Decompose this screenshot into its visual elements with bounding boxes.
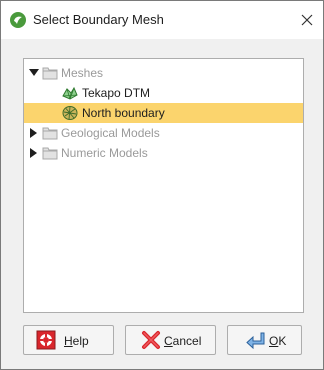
collapsed-arrow-icon[interactable] — [29, 148, 39, 158]
expanded-arrow-icon[interactable] — [29, 68, 39, 78]
help-mnemonic: H — [64, 334, 73, 348]
tree-item-label: Meshes — [61, 66, 104, 80]
dtm-mesh-icon — [62, 86, 78, 100]
tree-item-label: Geological Models — [61, 126, 160, 140]
cancel-button[interactable]: Cancel — [125, 325, 216, 355]
ok-enter-arrow-icon — [246, 332, 265, 350]
tree-item-meshes[interactable]: Meshes — [24, 63, 303, 83]
tree-item-label: North boundary — [82, 106, 165, 120]
cancel-mnemonic: C — [164, 334, 173, 348]
leapfrog-app-icon — [10, 12, 26, 28]
close-icon — [301, 14, 313, 26]
tree-item-numeric-models[interactable]: Numeric Models — [24, 143, 303, 163]
cancel-x-icon — [142, 331, 160, 349]
tree-item-north-boundary[interactable]: North boundary — [24, 103, 303, 123]
boundary-mesh-icon — [62, 106, 78, 120]
tree-item-label: Tekapo DTM — [82, 86, 151, 100]
dialog-title: Select Boundary Mesh — [33, 12, 164, 27]
help-button-label: Help — [64, 334, 89, 348]
collapsed-arrow-icon[interactable] — [29, 128, 39, 138]
help-button[interactable]: Help — [23, 325, 114, 355]
help-label-rest: elp — [72, 334, 89, 348]
ok-button[interactable]: OK — [227, 325, 302, 355]
title-bar[interactable]: Select Boundary Mesh — [1, 1, 323, 39]
ok-button-label: OK — [269, 334, 286, 348]
mesh-tree[interactable]: Meshes Tekapo DTM North boundary Geologi… — [23, 58, 304, 313]
folder-icon — [42, 127, 58, 140]
tree-item-geological-models[interactable]: Geological Models — [24, 123, 303, 143]
tree-item-tekapo-dtm[interactable]: Tekapo DTM — [24, 83, 303, 103]
select-boundary-mesh-dialog: Select Boundary Mesh Meshes Tekapo DTM N… — [0, 0, 324, 370]
ok-mnemonic: O — [269, 334, 279, 348]
cancel-label-rest: ancel — [172, 334, 202, 348]
folder-icon — [42, 67, 58, 80]
help-lifebuoy-icon — [36, 330, 56, 350]
ok-label-rest: K — [278, 334, 287, 348]
close-button[interactable] — [291, 1, 323, 39]
cancel-button-label: Cancel — [164, 334, 201, 348]
tree-item-label: Numeric Models — [61, 146, 148, 160]
folder-icon — [42, 147, 58, 160]
